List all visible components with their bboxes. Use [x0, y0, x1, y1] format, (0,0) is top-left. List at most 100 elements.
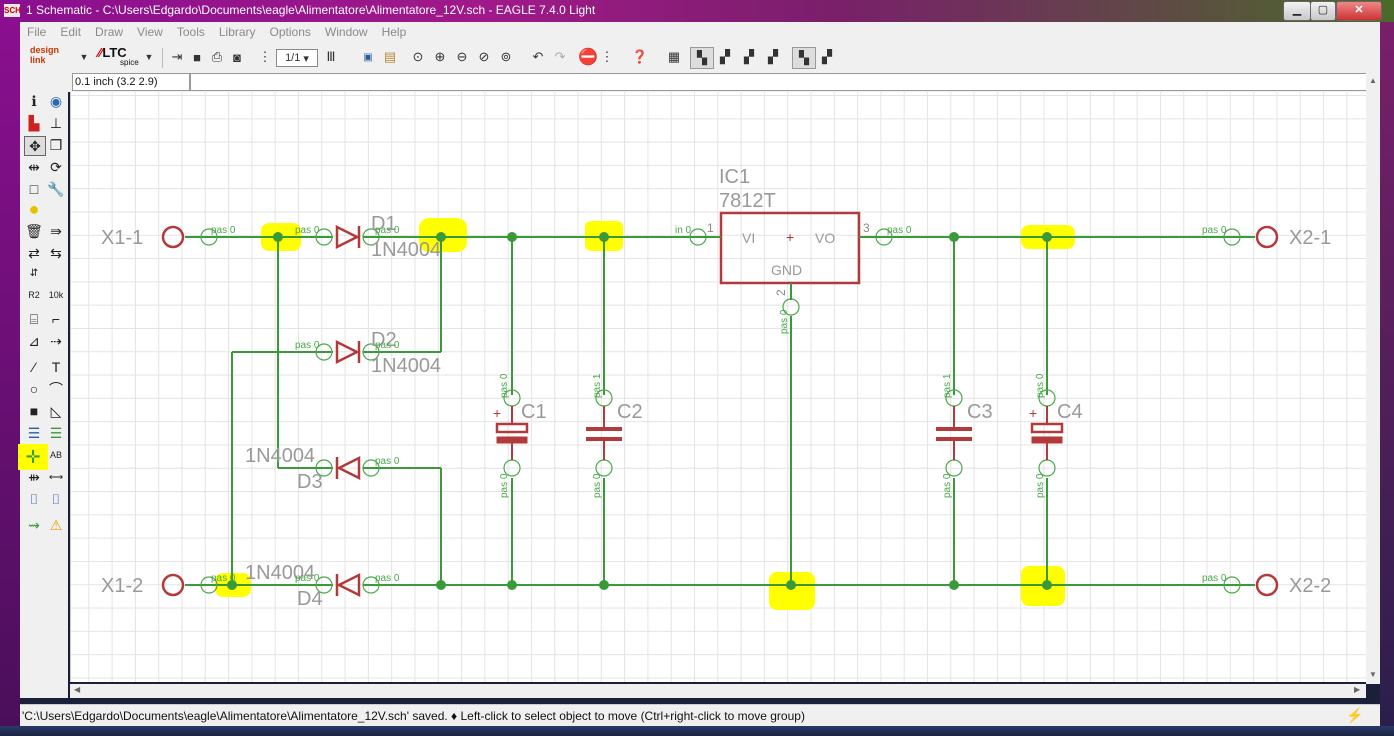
text-icon[interactable]: T [46, 358, 66, 376]
menu-view[interactable]: View [130, 22, 170, 39]
miter-icon[interactable]: ⌐ [46, 310, 66, 328]
diode-d1[interactable] [335, 224, 361, 250]
label-icon[interactable]: AB [46, 446, 66, 464]
polygon-icon[interactable]: ◺ [46, 402, 66, 420]
title-bar[interactable]: SCH 1 Schematic - C:\Users\Edgardo\Docum… [0, 0, 1394, 22]
move-icon[interactable]: ✥ [24, 136, 46, 156]
command-line-input[interactable] [190, 73, 1372, 91]
menu-help[interactable]: Help [375, 22, 414, 39]
junction-dot[interactable] [507, 580, 517, 590]
errors-icon[interactable]: ⚠ [46, 516, 66, 534]
circle-icon[interactable]: ○ [24, 380, 44, 398]
go-icon[interactable]: ⋮ [600, 47, 614, 67]
rect-icon[interactable]: ■ [24, 402, 44, 420]
schematic-drawing[interactable]: X1-1 X1-2 X2-1 X2-2 D1 1N4004 D2 1N4004 … [71, 92, 1367, 682]
close-button[interactable]: ✕ [1336, 1, 1382, 21]
layout-5-icon[interactable]: ▚ [792, 47, 816, 69]
mark-icon[interactable]: ⊥ [46, 114, 66, 132]
value-icon[interactable]: 10k [46, 286, 66, 304]
maximize-button[interactable]: ▢ [1310, 1, 1336, 21]
save-icon[interactable]: ■ [188, 47, 206, 67]
zoom-fit-icon[interactable]: ⊙ [408, 47, 428, 67]
junction-dot[interactable] [507, 232, 517, 242]
chevron-down-icon[interactable]: ▼ [78, 47, 90, 67]
layout-1-icon[interactable]: ▚ [690, 47, 714, 69]
diode-d4[interactable] [335, 572, 361, 598]
vertical-scrollbar[interactable]: ▲ ▼ [1366, 72, 1380, 684]
layout-3-icon[interactable]: ▞ [738, 47, 760, 67]
dimension-icon[interactable]: ⟷ [46, 468, 66, 486]
grid-icon[interactable]: ▦ [664, 47, 684, 67]
script-icon[interactable]: ▣ [358, 47, 378, 67]
erc-icon[interactable]: ⇝ [24, 516, 44, 534]
connector-x2-2[interactable] [1255, 573, 1279, 597]
cam-icon[interactable]: ◙ [228, 47, 246, 67]
junction-dot[interactable] [1042, 580, 1052, 590]
connector-x1-2[interactable] [161, 573, 185, 597]
add-icon[interactable]: ⇛ [46, 222, 66, 240]
diode-d2[interactable] [335, 339, 361, 365]
info-icon[interactable]: ℹ [24, 92, 44, 110]
change-icon[interactable]: 🔧 [46, 180, 66, 198]
junction-dot[interactable] [949, 580, 959, 590]
junction-dot[interactable] [599, 232, 609, 242]
rotate-icon[interactable]: ⟳ [46, 158, 66, 176]
menu-draw[interactable]: Draw [88, 22, 130, 39]
sheet-nav-icon[interactable]: ⋮ [258, 47, 272, 67]
ltspice-button[interactable]: ⁄⁄LTC spice [98, 45, 142, 69]
redo-icon[interactable]: ↷ [550, 47, 570, 67]
layout-2-icon[interactable]: ▞ [714, 47, 736, 67]
chevron-down-icon[interactable]: ▼ [144, 47, 154, 67]
ic-7812[interactable]: IC1 7812T VI VO GND + 1 3 2 in 0 [675, 166, 881, 300]
mirror-icon[interactable]: ⇹ [24, 158, 44, 176]
menu-library[interactable]: Library [212, 22, 263, 39]
arc-icon[interactable]: ⌒ [46, 380, 66, 398]
group-icon[interactable]: □ [24, 180, 44, 198]
undo-icon[interactable]: ↶ [528, 47, 548, 67]
junction-dot[interactable] [949, 232, 959, 242]
show-icon[interactable]: ◉ [46, 92, 66, 110]
layout-6-icon[interactable]: ▞ [816, 47, 838, 67]
zoom-select-icon[interactable]: ⊚ [496, 47, 516, 67]
frame-icon[interactable]: ⌷ [24, 490, 44, 508]
scroll-right-icon[interactable]: ▶ [1354, 685, 1360, 694]
help-icon[interactable]: ❓ [630, 47, 650, 67]
diode-d3[interactable] [335, 455, 361, 481]
bus-icon[interactable]: ☰ [24, 424, 44, 442]
attribute-icon[interactable]: ⇻ [24, 468, 44, 486]
print-icon[interactable]: ⎙ [208, 47, 226, 67]
paste-icon[interactable]: ● [24, 199, 44, 219]
net-icon[interactable]: ☰ [46, 424, 66, 442]
junction-dot[interactable] [786, 580, 796, 590]
menu-file[interactable]: File [20, 22, 53, 39]
display-icon[interactable]: ▙ [24, 114, 44, 132]
menu-edit[interactable]: Edit [53, 22, 88, 39]
gateswap-icon[interactable]: ⇵ [24, 264, 44, 282]
wire-icon[interactable]: ⁄ [24, 358, 44, 376]
junction-dot[interactable] [436, 580, 446, 590]
horizontal-scrollbar[interactable]: ◀ ▶ [70, 684, 1366, 698]
menu-options[interactable]: Options [263, 22, 318, 39]
name-icon[interactable]: R2 [24, 286, 44, 304]
zoom-in-icon[interactable]: ⊕ [430, 47, 450, 67]
ulp-icon[interactable]: ▤ [380, 47, 400, 67]
scroll-up-icon[interactable]: ▲ [1369, 76, 1377, 85]
replace-icon[interactable]: ⇆ [46, 244, 66, 262]
open-icon[interactable]: ⇥ [168, 47, 186, 67]
junction-dot[interactable] [1042, 232, 1052, 242]
lightning-icon[interactable]: ⚡ [1346, 707, 1363, 724]
junction-dot[interactable] [599, 580, 609, 590]
menu-window[interactable]: Window [318, 22, 375, 39]
zoom-out-icon[interactable]: ⊖ [452, 47, 472, 67]
designlink-button[interactable]: design link [30, 45, 66, 69]
pinswap-icon[interactable]: ⇄ [24, 244, 44, 262]
zoom-redraw-icon[interactable]: ⊘ [474, 47, 494, 67]
scroll-left-icon[interactable]: ◀ [74, 685, 80, 694]
scroll-down-icon[interactable]: ▼ [1369, 670, 1377, 679]
copy-icon[interactable]: ❐ [46, 136, 66, 154]
connector-x2-1[interactable] [1255, 225, 1279, 249]
schematic-canvas[interactable]: X1-1 X1-2 X2-1 X2-2 D1 1N4004 D2 1N4004 … [70, 92, 1367, 682]
layout-4-icon[interactable]: ▞ [762, 47, 784, 67]
smash-icon[interactable]: ⌸ [24, 310, 44, 328]
stop-icon[interactable]: ⛔ [578, 47, 598, 67]
